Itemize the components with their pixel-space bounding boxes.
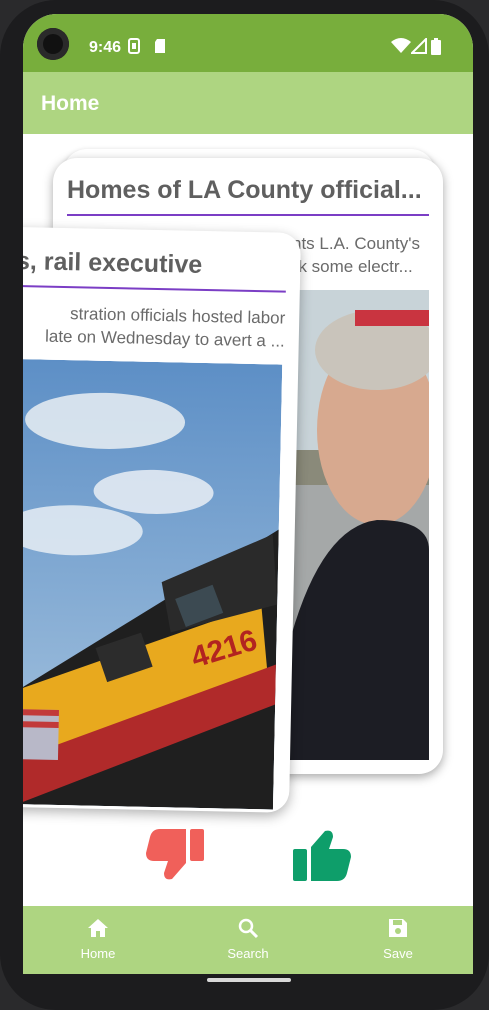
status-bar: 9:46	[23, 14, 473, 72]
nav-home[interactable]: Home	[23, 906, 173, 974]
gesture-home-bar[interactable]	[207, 978, 291, 982]
signal-icon	[409, 36, 427, 58]
card-title: Homes of LA County official...	[67, 176, 422, 204]
sim-icon	[127, 38, 141, 58]
title-divider	[67, 214, 429, 216]
bottom-navigation: Home Search Save	[23, 906, 473, 974]
title-divider	[23, 283, 286, 293]
search-icon	[238, 918, 259, 939]
card-description: stration officials hosted labor late on …	[23, 299, 286, 352]
nav-search-label: Search	[227, 946, 269, 961]
news-card-front[interactable]: nions, rail executive... stration offici…	[23, 225, 302, 813]
nav-save-label: Save	[383, 946, 413, 961]
card-title: nions, rail executive...	[23, 245, 203, 279]
save-icon	[389, 919, 407, 937]
card-photo-locomotive: 4216	[23, 357, 283, 810]
page-title: Home	[41, 92, 100, 115]
card-swipe-area: Homes of LA County official... nts L.A. …	[23, 134, 473, 906]
nav-home-label: Home	[80, 946, 116, 961]
battery-icon	[431, 38, 441, 59]
app-bar: Home	[23, 72, 473, 134]
nav-search[interactable]: Search	[173, 906, 323, 974]
status-time: 9:46	[89, 39, 122, 56]
like-button[interactable]	[293, 829, 351, 886]
wifi-icon	[391, 38, 411, 58]
device-frame: 9:46 Home Homes of LA County official...…	[0, 0, 489, 1010]
thumbs-down-icon	[146, 829, 204, 880]
dislike-button[interactable]	[146, 829, 204, 886]
sd-card-icon	[153, 38, 167, 58]
nav-save[interactable]: Save	[323, 906, 473, 974]
thumbs-up-icon	[293, 830, 351, 881]
screen: 9:46 Home Homes of LA County official...…	[23, 14, 473, 974]
front-camera	[37, 28, 69, 60]
home-icon	[88, 919, 108, 937]
